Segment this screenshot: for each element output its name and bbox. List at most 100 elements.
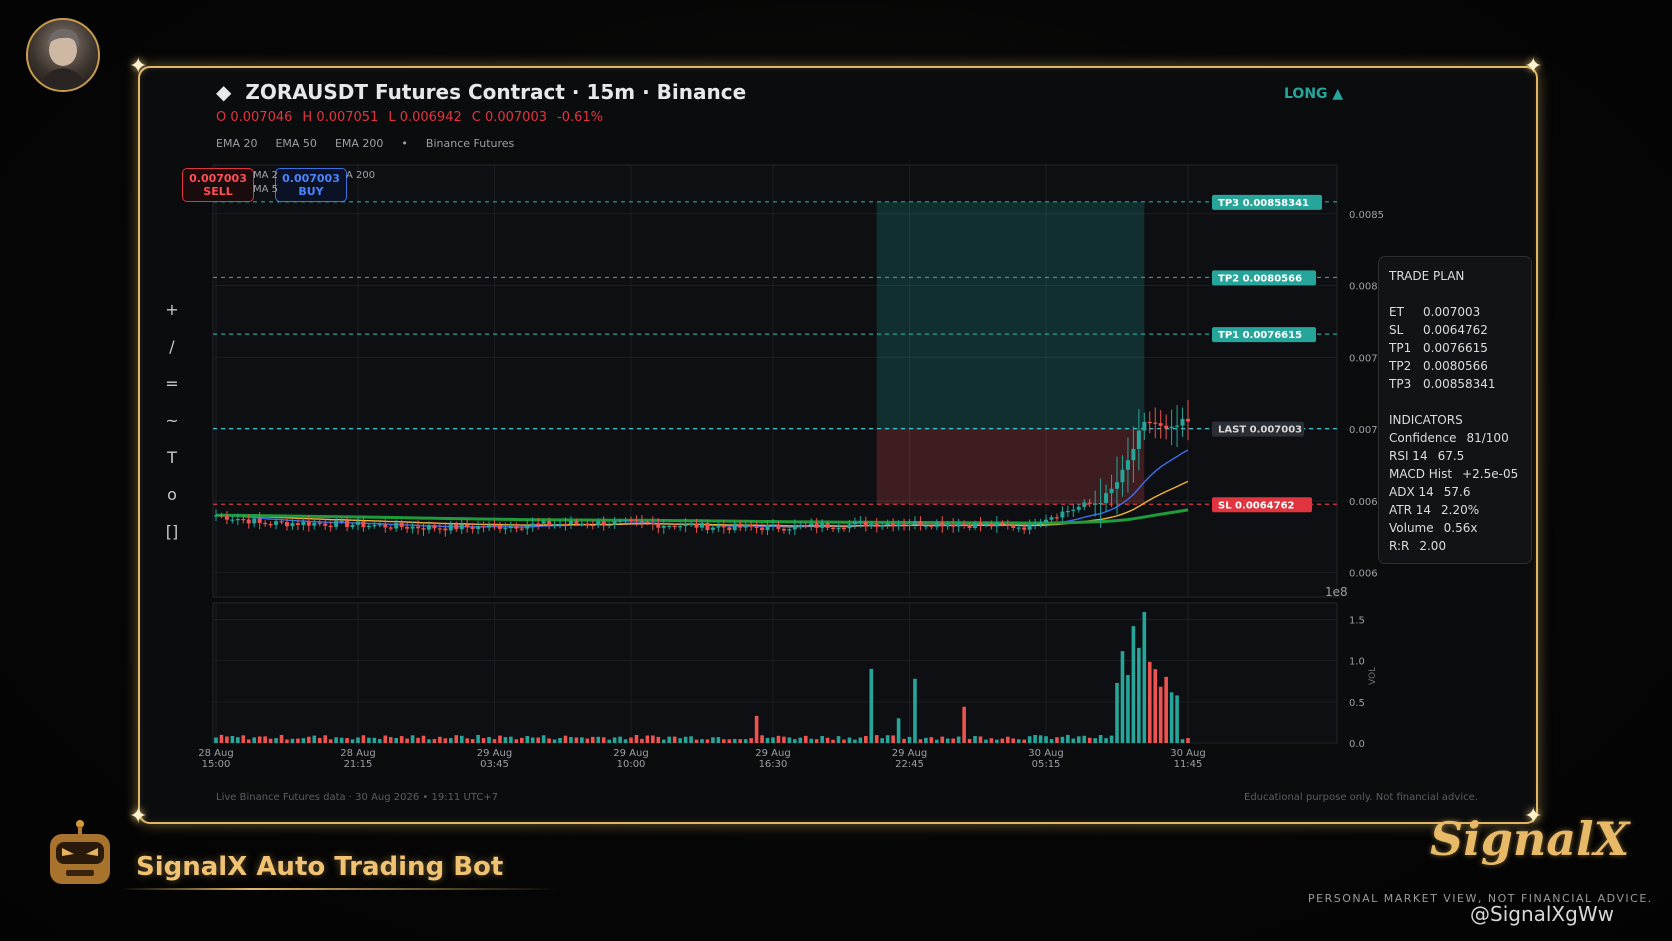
candle-body bbox=[885, 523, 890, 526]
candle-body bbox=[732, 523, 737, 531]
indicator-value: 67.5 bbox=[1437, 449, 1465, 463]
volume-bar bbox=[1033, 735, 1037, 743]
y-tick-label: 0.006 bbox=[1349, 497, 1378, 508]
plan-value: 0.0076615 bbox=[1423, 341, 1488, 355]
buy-button[interactable]: 0.007003 BUY bbox=[275, 168, 347, 202]
volume-bar bbox=[1093, 738, 1097, 743]
candle-body bbox=[345, 520, 350, 527]
volume-bar bbox=[1016, 739, 1021, 743]
plan-row: TP3 0.00858341 bbox=[1389, 375, 1531, 393]
volume-bar bbox=[1153, 669, 1158, 743]
candle-body bbox=[530, 523, 535, 526]
indicator-row: ADX 14 57.6 bbox=[1389, 483, 1531, 501]
candle-body bbox=[339, 520, 344, 522]
candle-body bbox=[394, 522, 399, 529]
x-tick-date: 29 Aug bbox=[477, 748, 512, 759]
candle-body bbox=[497, 525, 502, 529]
volume-bar bbox=[257, 736, 262, 743]
ma-legend-fragment: MA 2 bbox=[253, 170, 279, 181]
candle-body bbox=[1054, 517, 1059, 519]
volume-bar bbox=[847, 737, 852, 743]
social-handle[interactable]: @SignalXgWw bbox=[1470, 902, 1614, 926]
candle-body bbox=[1071, 509, 1076, 512]
plan-row: TP2 0.0080566 bbox=[1389, 357, 1531, 375]
y-tick-label: 0.006 bbox=[1349, 569, 1378, 580]
volume-bar bbox=[1126, 675, 1130, 743]
candle-body bbox=[934, 522, 939, 527]
candle-body bbox=[809, 523, 814, 526]
volume-bar bbox=[836, 736, 841, 743]
ma-legend-fragment: MA 5 bbox=[253, 184, 279, 195]
volume-bar bbox=[574, 737, 579, 743]
data-source-note: Live Binance Futures data · 30 Aug 2026 … bbox=[216, 792, 499, 803]
candle-body bbox=[1125, 460, 1130, 470]
candle-body bbox=[301, 521, 306, 525]
candle-body bbox=[1142, 421, 1147, 431]
candle-body bbox=[1180, 418, 1185, 426]
indicator-key: RSI 14 bbox=[1389, 449, 1428, 463]
indicator-row: MACD Hist +2.5e-05 bbox=[1389, 465, 1531, 483]
stop-loss-zone bbox=[876, 428, 1145, 505]
volume-bar bbox=[1071, 738, 1076, 743]
candle-body bbox=[710, 527, 715, 530]
plan-row: ET 0.007003 bbox=[1389, 303, 1531, 321]
volume-bar bbox=[820, 735, 824, 743]
candle-body bbox=[923, 525, 928, 527]
candle-body bbox=[552, 524, 557, 526]
volume-bar bbox=[432, 739, 437, 743]
volume-bar bbox=[1066, 734, 1070, 743]
candle-body bbox=[1065, 511, 1070, 513]
candle-body bbox=[312, 522, 317, 526]
x-tick-date: 30 Aug bbox=[1170, 748, 1205, 759]
candle-body bbox=[983, 523, 988, 526]
candle-body bbox=[459, 524, 464, 530]
candle-body bbox=[284, 522, 289, 527]
candle-body bbox=[1115, 482, 1120, 489]
indicators-title: INDICATORS bbox=[1389, 413, 1463, 427]
volume-bar bbox=[514, 739, 519, 743]
volume-bar bbox=[694, 739, 699, 743]
candle-body bbox=[1158, 423, 1163, 426]
candle-body bbox=[230, 519, 235, 521]
volume-bar bbox=[1044, 736, 1048, 743]
volume-bar bbox=[312, 735, 317, 743]
volume-bar bbox=[541, 735, 546, 743]
volume-bar bbox=[399, 736, 404, 743]
candle-body bbox=[841, 528, 846, 530]
candle-body bbox=[891, 523, 896, 527]
candle-body bbox=[1169, 426, 1174, 429]
indicator-row: RSI 14 67.5 bbox=[1389, 447, 1531, 465]
candle-body bbox=[1033, 523, 1038, 526]
candle-body bbox=[1175, 425, 1180, 427]
candle-body bbox=[820, 523, 825, 528]
candle-body bbox=[1131, 448, 1136, 461]
volume-bar bbox=[907, 736, 912, 743]
volume-bar bbox=[989, 738, 994, 743]
candle-body bbox=[907, 524, 912, 526]
volume-tick-label: 1.5 bbox=[1349, 615, 1365, 626]
plan-key: TP2 bbox=[1389, 359, 1412, 373]
volume-bar bbox=[416, 737, 420, 743]
volume-bar bbox=[929, 737, 934, 743]
volume-bar bbox=[951, 738, 955, 743]
candle-body bbox=[831, 527, 836, 530]
volume-bar bbox=[945, 738, 950, 743]
candle-body bbox=[361, 521, 366, 528]
candle-body bbox=[383, 524, 388, 528]
sell-button[interactable]: 0.007003 SELL bbox=[182, 168, 254, 202]
volume-bar bbox=[246, 739, 251, 743]
volume-bar bbox=[935, 739, 939, 743]
volume-bar bbox=[323, 735, 328, 743]
candle-body bbox=[350, 524, 355, 527]
candle-body bbox=[328, 525, 333, 528]
candle-body bbox=[852, 521, 857, 525]
ma-legend-fragment: A 200 bbox=[346, 170, 376, 181]
candle-body bbox=[705, 522, 710, 530]
volume-bar bbox=[1180, 739, 1185, 743]
volume-bar bbox=[334, 737, 338, 743]
candle-body bbox=[568, 521, 573, 525]
volume-bar bbox=[503, 737, 508, 743]
candle-body bbox=[410, 526, 415, 529]
candle-body bbox=[563, 523, 568, 526]
volume-bar bbox=[449, 738, 453, 743]
